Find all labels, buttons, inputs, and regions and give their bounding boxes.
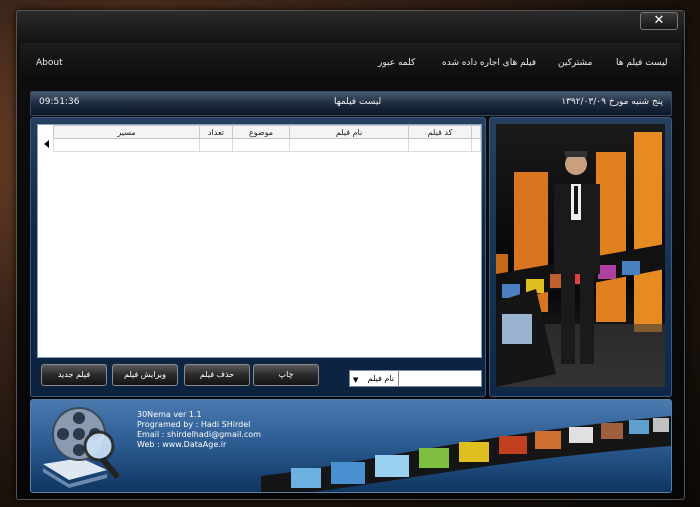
menu-password[interactable]: کلمه عبور bbox=[378, 58, 415, 68]
date-label: پنج شنبه مورخ ۱۳۹۲/۰۳/۰۹ bbox=[561, 97, 663, 107]
app-version: 30Nema ver 1.1 bbox=[137, 410, 202, 419]
menu-about[interactable]: About bbox=[36, 58, 63, 68]
search-input[interactable] bbox=[398, 370, 482, 387]
movie-table: مسیر تعداد موضوع نام فیلم کد فیلم bbox=[53, 125, 481, 152]
close-button[interactable]: ✕ bbox=[640, 12, 678, 30]
search-field-select[interactable]: ▼ نام فیلم bbox=[349, 370, 399, 387]
movie-list-panel: مسیر تعداد موضوع نام فیلم کد فیلم فیلم ج… bbox=[30, 117, 486, 397]
column-header-title[interactable]: نام فیلم bbox=[289, 125, 409, 139]
status-bar: 09:51:36 لیست فیلمها پنج شنبه مورخ ۱۳۹۲/… bbox=[30, 91, 672, 116]
main-window: ✕ About کلمه عبور فیلم های اجاره داده شد… bbox=[16, 10, 685, 500]
delete-movie-button[interactable]: حذف فیلم bbox=[184, 364, 250, 386]
credits-block: 30Nema ver 1.1 Programed by : Hadi SHird… bbox=[137, 410, 261, 450]
new-movie-button[interactable]: فیلم جدید bbox=[41, 364, 107, 386]
menu-rented-movies[interactable]: فیلم های اجاره داده شده bbox=[442, 58, 536, 68]
promo-image-panel bbox=[489, 117, 672, 397]
footer-banner: 30Nema ver 1.1 Programed by : Hadi SHird… bbox=[30, 399, 672, 493]
page-title: لیست فیلمها bbox=[334, 97, 382, 107]
search-field-value: نام فیلم bbox=[367, 374, 394, 383]
menu-bar: About کلمه عبور فیلم های اجاره داده شده … bbox=[20, 43, 681, 83]
author-website: Web : www.DataAge.ir bbox=[137, 440, 227, 449]
film-reel-logo-icon bbox=[43, 407, 121, 488]
row-selector-icon bbox=[38, 138, 52, 150]
author-email: Email : shirdelhadi@gmail.com bbox=[137, 430, 261, 439]
column-header-blank bbox=[471, 125, 481, 139]
print-button[interactable]: چاپ bbox=[253, 364, 319, 386]
column-header-subject[interactable]: موضوع bbox=[232, 125, 290, 139]
clock-label: 09:51:36 bbox=[39, 97, 80, 107]
programmer-credit: Programed by : Hadi SHirdel bbox=[137, 420, 251, 429]
film-strip-decoration bbox=[261, 416, 671, 492]
menu-customers[interactable]: مشترکین bbox=[558, 58, 592, 68]
menu-movie-list[interactable]: لیست فیلم ها bbox=[616, 58, 668, 68]
table-row[interactable] bbox=[53, 138, 481, 152]
movie-grid[interactable]: مسیر تعداد موضوع نام فیلم کد فیلم bbox=[37, 124, 482, 358]
promo-image bbox=[496, 124, 665, 387]
chevron-down-icon: ▼ bbox=[353, 376, 359, 384]
column-header-path[interactable]: مسیر bbox=[53, 125, 200, 139]
column-header-count[interactable]: تعداد bbox=[199, 125, 233, 139]
edit-movie-button[interactable]: ویرایش فیلم bbox=[112, 364, 178, 386]
column-header-code[interactable]: کد فیلم bbox=[408, 125, 472, 139]
